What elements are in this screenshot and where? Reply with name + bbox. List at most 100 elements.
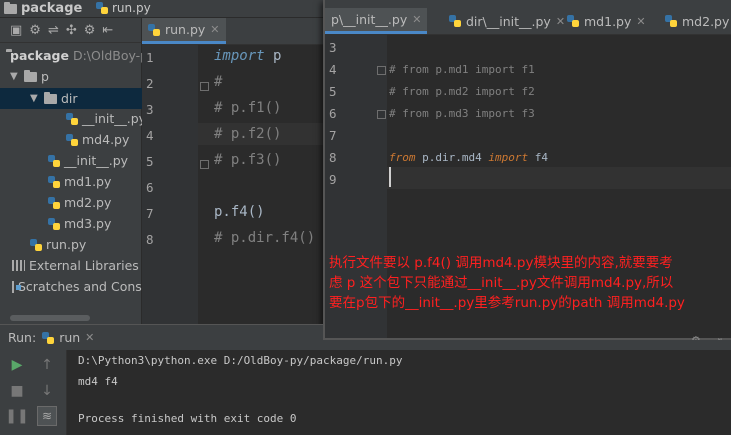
code-line[interactable]: from p.dir.md4 import f4 [389, 151, 548, 164]
expand-arrow-icon[interactable]: ▼ [10, 71, 20, 82]
gear-icon[interactable]: ⚙ [84, 23, 96, 38]
breadcrumb-file[interactable]: run.py [96, 1, 151, 15]
editor-tab-bar: run.py ✕ [142, 18, 323, 45]
python-file-icon [48, 196, 60, 209]
window-title-strip [325, 0, 731, 8]
expand-arrow-icon[interactable]: ▼ [30, 93, 40, 104]
line-number: 7 [146, 206, 154, 221]
code-line[interactable]: import p [214, 48, 281, 64]
code-comment[interactable]: # from p.md2 import f2 [389, 85, 535, 98]
pause-icon[interactable]: ❚❚ [5, 407, 28, 425]
tab-md2[interactable]: md2.py [659, 8, 731, 34]
console-output-line: D:\Python3\python.exe D:/OldBoy-py/packa… [78, 354, 403, 367]
close-icon[interactable]: ✕ [412, 13, 421, 26]
tree-item-external-libraries[interactable]: External Libraries [0, 255, 154, 276]
fold-marker-icon[interactable] [377, 110, 386, 119]
line-number: 3 [146, 102, 154, 117]
line-number: 7 [329, 128, 337, 143]
close-icon[interactable]: ✕ [85, 331, 94, 344]
scratches-icon [12, 280, 21, 293]
up-arrow-icon[interactable]: ↑ [38, 356, 56, 374]
python-file-icon [66, 112, 78, 125]
stop-icon[interactable]: ■ [8, 382, 26, 400]
annotation-line: 虑 p 这个包下只能通过__init__.py文件调用md4.py,所以 [329, 275, 674, 291]
current-line-highlight [387, 167, 731, 189]
run-console: ▶ ↑ ■ ↓ ❚❚ ≋ D:\Python3\python.exe D:/Ol… [0, 350, 731, 435]
annotation-line: 执行文件要以 p.f4() 调用md4.py模块里的内容,就要要考 [329, 255, 673, 271]
down-arrow-icon[interactable]: ↓ [38, 382, 56, 400]
horizontal-scrollbar[interactable] [10, 315, 90, 321]
run-panel-label: Run: [8, 330, 37, 345]
python-file-icon [449, 15, 461, 27]
tree-item-package[interactable]: package D:\OldBoy-py [0, 45, 148, 66]
tab-run-py[interactable]: run.py ✕ [142, 18, 226, 44]
code-comment[interactable]: # p.f1() [214, 100, 281, 116]
tab-dir-init[interactable]: dir\__init__.py ✕ [443, 8, 571, 34]
python-file-icon [48, 154, 60, 167]
breadcrumb-project[interactable]: package [4, 1, 82, 16]
code-comment[interactable]: # p.dir.f4() [214, 230, 315, 246]
code-comment[interactable]: # p.f2() [214, 126, 281, 142]
python-file-icon [148, 23, 160, 36]
tree-item-p[interactable]: ▼ p [0, 66, 152, 87]
tree-item-label: __init__.py [64, 153, 129, 168]
tab-p-init[interactable]: p\__init__.py ✕ [325, 8, 428, 34]
tree-item-label: md2.py [64, 195, 112, 210]
tab-label: md2.py [682, 13, 730, 29]
scroll-from-source-icon[interactable]: ✣ [66, 23, 77, 38]
run-tab[interactable]: run ✕ [42, 330, 94, 345]
code-text: f4 [528, 151, 548, 164]
tab-label: dir\__init__.py [466, 13, 551, 29]
fold-marker-icon[interactable] [200, 82, 209, 91]
code-line[interactable]: p.f4() [214, 204, 265, 220]
close-icon[interactable]: ✕ [636, 15, 645, 28]
fold-marker-icon[interactable] [200, 160, 209, 169]
line-number: 5 [329, 84, 337, 99]
tab-label: p\__init__.py [331, 12, 408, 27]
code-text: p.dir.md4 [415, 151, 489, 164]
rerun-icon[interactable]: ▶ [8, 356, 26, 374]
fold-marker-icon[interactable] [377, 66, 386, 75]
python-file-icon [48, 217, 60, 230]
settings-icon[interactable]: ⚙ [29, 23, 41, 38]
tree-item-label: md1.py [64, 174, 112, 189]
soft-wrap-icon[interactable]: ≋ [37, 406, 57, 426]
tab-md1[interactable]: md1.py ✕ [561, 8, 652, 34]
tree-item-label: p [41, 69, 49, 84]
python-file-icon [66, 133, 78, 146]
run-toolbar: ▶ ↑ ■ ↓ ❚❚ ≋ [0, 350, 67, 435]
breadcrumb-file-label: run.py [112, 1, 151, 15]
code-comment[interactable]: # from p.md1 import f1 [389, 63, 535, 76]
project-view-icon[interactable]: ▣ [10, 23, 22, 38]
python-file-icon [30, 238, 42, 251]
folder-icon [4, 1, 17, 14]
editor-tab-bar: p\__init__.py ✕ dir\__init__.py ✕ md1.py… [325, 8, 731, 35]
line-number: 4 [329, 62, 337, 77]
python-file-icon [48, 175, 60, 188]
editor-init-py: p\__init__.py ✕ dir\__init__.py ✕ md1.py… [323, 0, 731, 347]
tree-item-label: md4.py [82, 132, 130, 147]
project-panel: ▣ ⚙ ⇌ ✣ ⚙ ⇤ package D:\OldBoy-py ▼ p ▼ d… [0, 18, 172, 324]
line-number: 9 [329, 172, 337, 187]
close-icon[interactable]: ✕ [210, 23, 219, 36]
run-header-strip [323, 340, 731, 350]
code-comment[interactable]: # from p.md3 import f3 [389, 107, 535, 120]
tree-item-label: md3.py [64, 216, 112, 231]
python-file-icon [96, 2, 108, 14]
python-file-icon [665, 15, 677, 27]
library-icon [12, 260, 25, 271]
line-number: 6 [146, 180, 154, 195]
line-number: 1 [146, 50, 154, 65]
console-output-line: md4 f4 [78, 375, 118, 388]
code-comment[interactable]: # [214, 74, 222, 90]
tree-item-path: D:\OldBoy-py [72, 48, 148, 63]
code-comment[interactable]: # p.f3() [214, 152, 281, 168]
tab-label: run.py [165, 22, 206, 37]
tab-label: md1.py [584, 13, 632, 29]
collapse-all-icon[interactable]: ⇌ [48, 23, 59, 38]
folder-icon [24, 69, 37, 82]
line-number: 2 [146, 76, 154, 91]
keyword: import [214, 48, 265, 64]
tree-item-scratches[interactable]: Scratches and Consoles [0, 276, 154, 297]
hide-panel-icon[interactable]: ⇤ [102, 23, 113, 38]
